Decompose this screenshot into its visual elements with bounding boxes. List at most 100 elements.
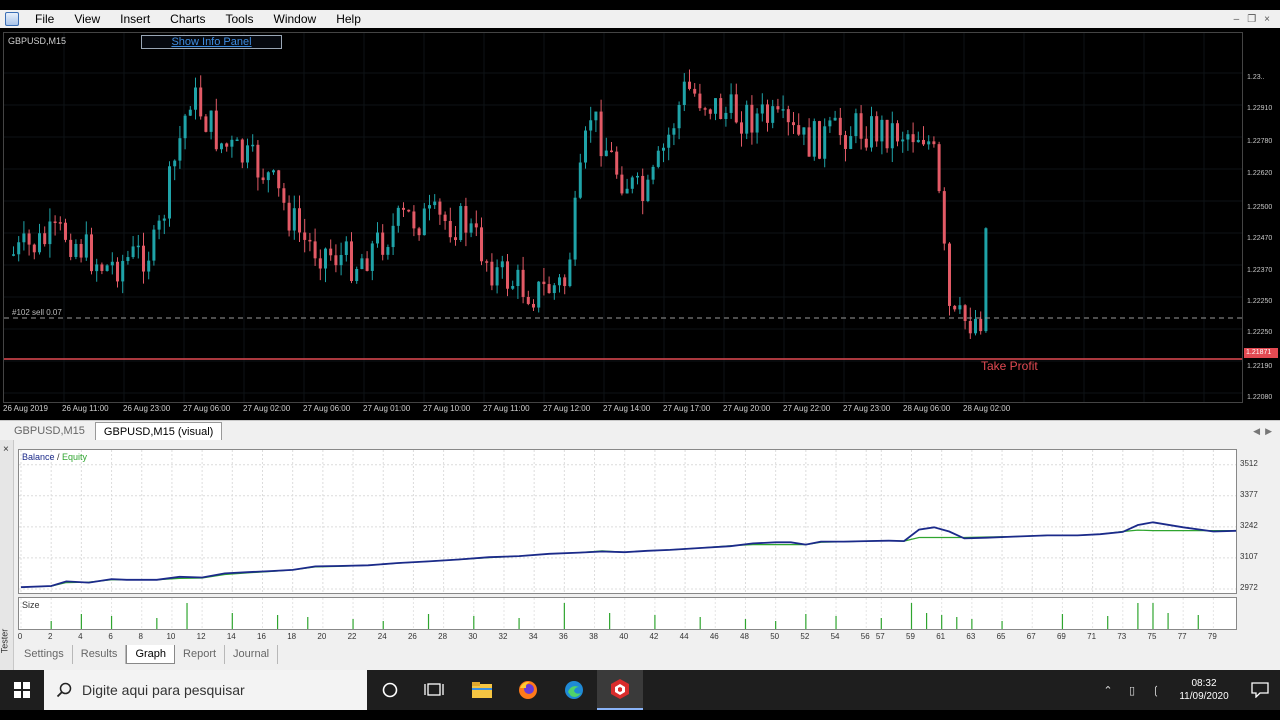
candle-body [708, 109, 712, 114]
wifi-icon[interactable]: ❲ [1144, 684, 1168, 697]
tab-settings[interactable]: Settings [16, 645, 73, 664]
firefox-icon[interactable] [505, 670, 551, 710]
candle-body [131, 246, 135, 258]
x-tick-label: 46 [709, 632, 719, 641]
system-clock[interactable]: 08:32 11/09/2020 [1168, 677, 1240, 703]
cortana-icon[interactable] [367, 670, 413, 710]
chart-tab-gbpusd[interactable]: GBPUSD,M15 [6, 422, 93, 440]
search-icon [56, 682, 72, 698]
candle-body [797, 125, 801, 135]
tab-results[interactable]: Results [73, 645, 127, 664]
menu-window[interactable]: Window [264, 10, 327, 28]
candle-body [256, 144, 260, 178]
x-tick-label: 56 [860, 632, 870, 641]
x-tick-label: 14 [226, 632, 236, 641]
x-tick-label: 73 [1117, 632, 1127, 641]
x-tick-label: 42 [649, 632, 659, 641]
task-view-icon[interactable] [411, 670, 457, 710]
x-tick-label: 54 [830, 632, 840, 641]
taskbar: Digite aqui para pesquisar ⌃ ▯ ❲ 08:32 1… [0, 670, 1280, 710]
candle-body [615, 151, 619, 175]
menu-help[interactable]: Help [326, 10, 371, 28]
tab-journal[interactable]: Journal [225, 645, 279, 664]
price-label: 1.22910 [1247, 105, 1273, 112]
edge-icon[interactable] [551, 670, 597, 710]
tab-graph[interactable]: Graph [126, 645, 176, 664]
tab-scroll-arrows[interactable]: ◀ ▶ [1253, 422, 1280, 440]
candle-body [896, 123, 899, 142]
candle-body [698, 93, 702, 109]
x-tick-label: 40 [619, 632, 629, 641]
price-label: 1.23.. [1247, 74, 1265, 81]
chevron-up-icon[interactable]: ⌃ [1096, 684, 1120, 697]
candle-body [147, 260, 151, 272]
candle-body [932, 141, 936, 145]
candle-body [464, 206, 468, 233]
time-label: 27 Aug 02:00 [243, 404, 291, 413]
file-explorer-icon[interactable] [459, 670, 505, 710]
time-label: 26 Aug 11:00 [62, 404, 109, 413]
candle-body [984, 228, 988, 332]
current-price-marker: 1.21871 [1244, 348, 1278, 358]
tester-close-icon[interactable]: × [3, 444, 9, 455]
minimize-icon[interactable]: – [1234, 14, 1240, 25]
time-label: 27 Aug 23:00 [843, 404, 891, 413]
menu-file[interactable]: File [25, 10, 64, 28]
chart-tab-gbpusd-visual[interactable]: GBPUSD,M15 (visual) [94, 422, 223, 440]
x-tick-label: 16 [257, 632, 266, 641]
y-tick-label: 3242 [1240, 520, 1258, 530]
candle-body [261, 177, 265, 181]
candle-body [355, 268, 359, 282]
candle-body [859, 113, 863, 139]
candle-body [875, 116, 879, 142]
candle-body [625, 188, 629, 194]
candle-body [922, 139, 925, 145]
menu-tools[interactable]: Tools [216, 10, 264, 28]
candle-body [844, 135, 847, 149]
x-tick-label: 18 [287, 632, 297, 641]
menu-insert[interactable]: Insert [110, 10, 160, 28]
candle-body [667, 134, 671, 148]
close-icon[interactable]: × [1264, 14, 1270, 25]
candle-body [350, 241, 353, 282]
price-label: 1.22500 [1247, 204, 1273, 211]
time-label: 27 Aug 22:00 [783, 404, 831, 413]
metatrader-icon[interactable] [597, 670, 643, 710]
candle-body [188, 109, 192, 116]
candle-body [636, 175, 639, 178]
candle-body [672, 128, 676, 135]
candle-body [272, 170, 275, 173]
candle-body [506, 261, 509, 289]
candle-body [646, 179, 650, 202]
search-placeholder: Digite aqui para pesquisar [82, 682, 245, 698]
start-button[interactable] [0, 670, 44, 710]
candle-body [948, 243, 951, 306]
candle-body [152, 229, 156, 261]
x-tick-label: 77 [1177, 632, 1187, 641]
candle-body [298, 208, 301, 233]
series-equity-line [20, 529, 1236, 588]
show-info-panel-button[interactable]: Show Info Panel [141, 35, 282, 49]
candle-body [745, 104, 749, 134]
time-label: 27 Aug 20:00 [723, 404, 771, 413]
x-tick-label: 57 [875, 632, 885, 641]
notification-icon[interactable] [1240, 682, 1280, 698]
x-tick-label: 38 [589, 632, 598, 641]
price-chart[interactable]: GBPUSD,M15 Show Info Panel #102 sell 0.0… [3, 32, 1243, 403]
restore-icon[interactable]: ❐ [1247, 14, 1256, 25]
candle-body [370, 243, 374, 271]
strategy-tester-panel: × Tester Balance / Equity Size 3512 3377 3… [0, 440, 1280, 670]
menu-charts[interactable]: Charts [160, 10, 215, 28]
candle-body [116, 261, 119, 282]
price-label: 1.22190 [1247, 363, 1273, 370]
x-tick-label: 63 [966, 632, 976, 641]
price-scale[interactable]: 1.23.. 1.22910 1.22780 1.22620 1.22500 1… [1243, 32, 1280, 403]
x-tick-label: 0 [17, 632, 23, 641]
tab-report[interactable]: Report [175, 645, 226, 664]
candle-body [558, 277, 561, 286]
battery-icon[interactable]: ▯ [1120, 684, 1144, 697]
candle-body [714, 98, 717, 114]
menu-view[interactable]: View [64, 10, 110, 28]
candle-body [329, 248, 333, 256]
taskbar-search-box[interactable]: Digite aqui para pesquisar [44, 670, 367, 710]
